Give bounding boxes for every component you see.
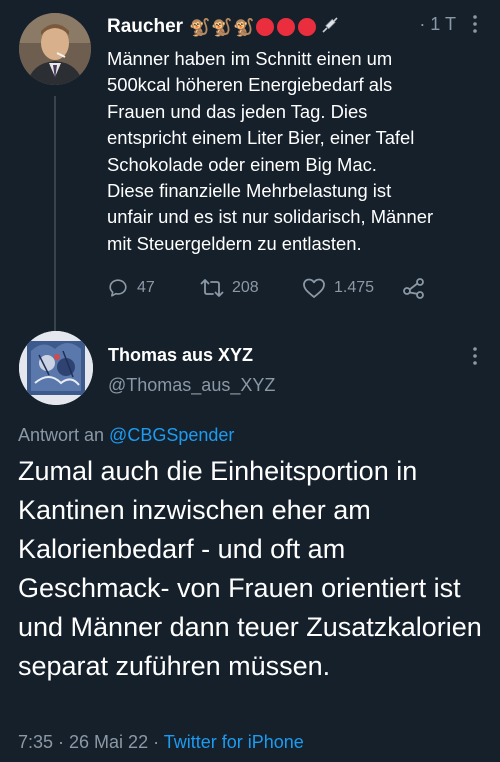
monkey-emoji-icon: 🐒 bbox=[211, 17, 233, 37]
author-name[interactable]: Raucher bbox=[107, 16, 183, 38]
retweet-icon bbox=[200, 279, 224, 297]
avatar-portrait-image bbox=[19, 13, 91, 85]
avatar[interactable] bbox=[19, 13, 91, 85]
reply-context: Antwort an @CBGSpender bbox=[18, 425, 234, 446]
share-icon bbox=[403, 278, 424, 299]
reply-button[interactable]: 47 bbox=[107, 277, 200, 299]
tweet-text: Männer haben im Schnitt einen um 500kcal… bbox=[107, 48, 434, 254]
tweet-timestamp[interactable]: 7:35 · 26 Mai 22 · bbox=[18, 732, 164, 752]
red-circle-icon bbox=[255, 18, 274, 36]
reply-count: 47 bbox=[137, 279, 155, 296]
tweet-source-link[interactable]: Twitter for iPhone bbox=[164, 732, 304, 752]
author-handle[interactable]: @Thomas_aus_XYZ bbox=[108, 375, 275, 396]
tweet-metadata: 7:35 · 26 Mai 22 · Twitter for iPhone bbox=[18, 732, 304, 753]
author-name[interactable]: Thomas aus XYZ bbox=[108, 345, 253, 366]
monkey-emoji-icon: 🐒 bbox=[233, 17, 255, 37]
like-button[interactable]: 1.475 bbox=[302, 277, 402, 299]
avatar-collage-image bbox=[19, 331, 93, 405]
red-circle-icon bbox=[297, 18, 316, 36]
tweet-text: Zumal auch die Einheitsportion in Kantin… bbox=[18, 456, 482, 681]
retweet-count: 208 bbox=[232, 279, 259, 296]
share-button[interactable] bbox=[402, 277, 426, 299]
more-options-icon[interactable] bbox=[472, 14, 478, 37]
thread-connector-line bbox=[54, 96, 56, 342]
like-count: 1.475 bbox=[334, 279, 375, 296]
syringe-icon bbox=[321, 16, 339, 39]
retweet-button[interactable]: 208 bbox=[200, 277, 302, 299]
reply-handle-link[interactable]: @CBGSpender bbox=[109, 425, 234, 445]
reply-prefix: Antwort an bbox=[18, 425, 110, 445]
red-circle-icon bbox=[276, 18, 295, 36]
name-emojis: 🐒 🐒 🐒 bbox=[189, 16, 339, 39]
more-options-icon[interactable] bbox=[472, 346, 478, 369]
tweet-timestamp[interactable]: · 1 T bbox=[419, 14, 456, 35]
heart-icon bbox=[303, 278, 325, 298]
reply-icon bbox=[109, 279, 127, 297]
avatar[interactable] bbox=[19, 331, 93, 405]
monkey-emoji-icon: 🐒 bbox=[189, 17, 211, 37]
tweet-actions: 47 208 1.475 bbox=[107, 277, 426, 299]
